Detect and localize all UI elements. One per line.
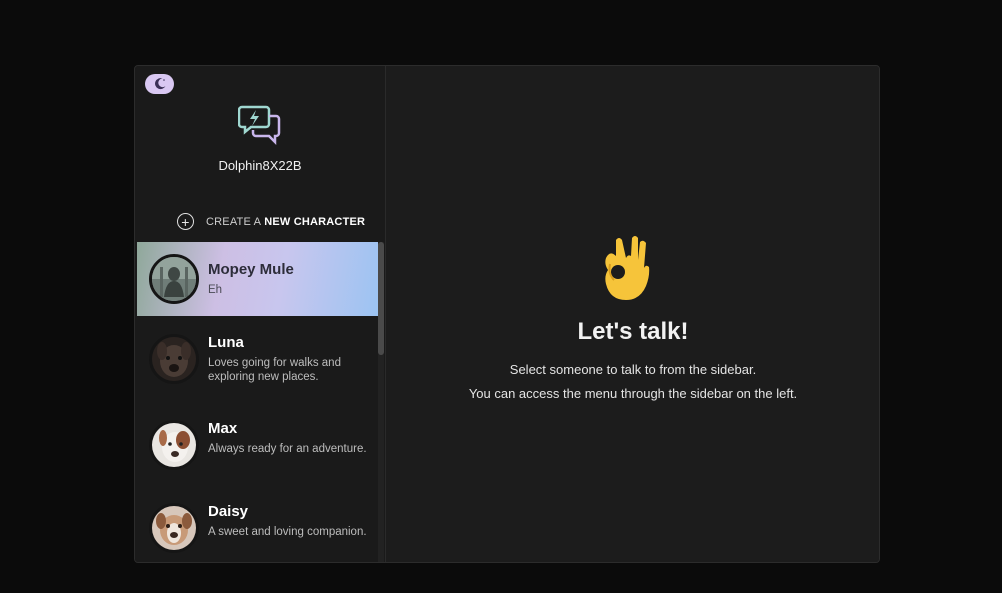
username: Dolphin8X22B [218,158,302,173]
character-text: Luna Loves going for walks and exploring… [208,334,368,384]
character-name: Mopey Mule [208,261,294,278]
page-title: Let's talk! [577,318,689,345]
character-item-mopey-mule[interactable]: Mopey Mule Eh [137,242,378,316]
instruction-line-2: You can access the menu through the side… [468,386,798,401]
sidebar: Dolphin8X22B + CREATE A NEW CHARACTER Mo… [135,66,386,562]
character-item-max[interactable]: Max Always ready for an adventure. [137,420,378,470]
character-desc: A sweet and loving companion. [208,526,367,538]
plus-circle-icon: + [177,213,194,230]
character-item-daisy[interactable]: Daisy A sweet and loving companion. [137,503,378,553]
app-window: Dolphin8X22B + CREATE A NEW CHARACTER Mo… [134,65,880,563]
avatar [149,420,199,470]
main-panel: Let's talk! Select someone to talk to fr… [386,66,879,562]
character-name: Luna [208,334,244,351]
avatar [149,334,199,384]
ok-hand-emoji-icon [605,236,650,300]
moon-icon [154,78,165,90]
character-text: Max Always ready for an adventure. [208,420,368,456]
sidebar-scrollbar[interactable] [378,242,384,562]
avatar [149,254,199,304]
avatar [149,503,199,553]
character-list: Mopey Mule Eh Luna Loves going for walks… [137,242,378,562]
create-character-button[interactable]: + CREATE A NEW CHARACTER [177,213,365,230]
character-item-luna[interactable]: Luna Loves going for walks and exploring… [137,334,378,384]
create-prefix: CREATE A [206,215,262,228]
character-desc: Loves going for walks and exploring new … [208,357,341,383]
scrollbar-thumb[interactable] [378,242,384,355]
character-name: Daisy [208,503,249,520]
character-text: Mopey Mule Eh [208,261,368,297]
app-logo-icon [238,105,281,146]
character-name: Max [208,420,238,437]
character-text: Daisy A sweet and loving companion. [208,503,368,539]
instruction-line-1: Select someone to talk to from the sideb… [509,362,757,377]
theme-toggle[interactable] [145,74,174,94]
create-strong: NEW CHARACTER [264,215,366,228]
character-desc: Always ready for an adventure. [208,443,367,455]
character-desc: Eh [208,284,223,296]
